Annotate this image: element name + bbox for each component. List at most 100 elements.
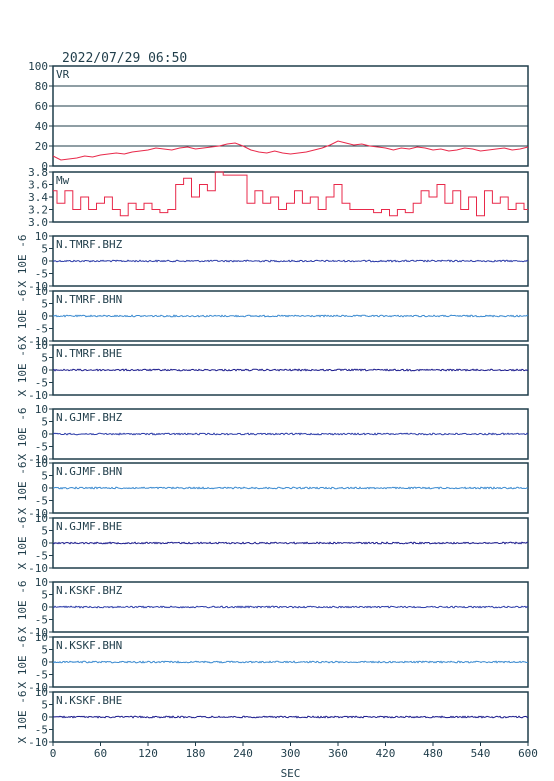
y-tick-label: 5 bbox=[41, 589, 48, 602]
series-label: N.GJMF.BHN bbox=[56, 465, 122, 478]
x-tick-label: 240 bbox=[233, 747, 253, 760]
y-tick-label: 10 bbox=[35, 686, 48, 699]
series-trace bbox=[52, 715, 529, 719]
x-tick-label: 540 bbox=[471, 747, 491, 760]
y-tick-label: -5 bbox=[35, 268, 48, 281]
x-tick-label: 300 bbox=[281, 747, 301, 760]
x-tick-label: 420 bbox=[376, 747, 396, 760]
x-tick-label: 480 bbox=[423, 747, 443, 760]
panel-n-kskf-bhe: 1050-5-10X 10E -6 N.KSKF.BHE bbox=[16, 686, 529, 749]
series-label: N.KSKF.BHE bbox=[56, 694, 122, 707]
series-trace bbox=[52, 541, 528, 545]
y-tick-label: 20 bbox=[35, 140, 48, 153]
series-label: N.TMRF.BHN bbox=[56, 293, 122, 306]
y-axis-label: X 10E -6 bbox=[16, 408, 29, 461]
y-tick-label: 10 bbox=[35, 576, 48, 589]
y-tick-label: 0 bbox=[41, 255, 48, 268]
series-label: N.KSKF.BHN bbox=[56, 639, 122, 652]
y-tick-label: 0 bbox=[41, 310, 48, 323]
series-trace bbox=[52, 605, 529, 609]
x-tick-label: 120 bbox=[138, 747, 158, 760]
seismic-plot: 2022/07/29 06:50 100806040200VR3.83.63.4… bbox=[16, 51, 538, 780]
panel-mw: 3.83.63.43.23.0 Mw bbox=[28, 166, 529, 229]
y-tick-label: 10 bbox=[35, 230, 48, 243]
panel-n-gjmf-bhn: 1050-5-10X 10E -6 N.GJMF.BHN bbox=[16, 457, 529, 520]
panel-n-kskf-bhn: 1050-5-10X 10E -6 N.KSKF.BHN bbox=[16, 631, 529, 694]
y-tick-label: 5 bbox=[41, 699, 48, 712]
y-tick-label: -10 bbox=[28, 562, 48, 575]
y-tick-label: 100 bbox=[28, 60, 48, 73]
series-line-vr bbox=[52, 140, 529, 161]
series-trace bbox=[52, 259, 529, 263]
y-axis-label: X 10E -6 bbox=[16, 344, 29, 397]
y-axis-label: X 10E -6 bbox=[16, 636, 29, 689]
y-tick-label: 0 bbox=[41, 656, 48, 669]
y-tick-label: -5 bbox=[35, 614, 48, 627]
y-tick-label: 5 bbox=[41, 352, 48, 365]
y-tick-label: -10 bbox=[28, 389, 48, 402]
y-tick-label: 5 bbox=[41, 644, 48, 657]
y-tick-label: 3.8 bbox=[28, 166, 48, 179]
series-label: N.TMRF.BHZ bbox=[56, 238, 123, 251]
series-label: N.GJMF.BHZ bbox=[56, 411, 123, 424]
panels: 100806040200VR3.83.63.43.23.0Mw1050-5-10… bbox=[16, 60, 529, 749]
panel-n-kskf-bhz: 1050-5-10X 10E -6 N.KSKF.BHZ bbox=[16, 576, 529, 639]
y-tick-label: 5 bbox=[41, 298, 48, 311]
panel-n-tmrf-bhn: 1050-5-10X 10E -6 N.TMRF.BHN bbox=[16, 285, 529, 348]
y-tick-label: 10 bbox=[35, 512, 48, 525]
panel-n-tmrf-bhe: 1050-5-10X 10E -6 N.TMRF.BHE bbox=[16, 339, 529, 402]
y-tick-label: -5 bbox=[35, 495, 48, 508]
y-axis-label: X 10E -6 bbox=[16, 517, 29, 570]
y-tick-label: -5 bbox=[35, 377, 48, 390]
y-tick-label: 5 bbox=[41, 243, 48, 256]
series-label: N.TMRF.BHE bbox=[56, 347, 122, 360]
y-axis-label: X 10E -6 bbox=[16, 691, 29, 744]
series-label: Mw bbox=[56, 174, 70, 187]
panel-n-tmrf-bhz: 1050-5-10X 10E -6 N.TMRF.BHZ bbox=[16, 230, 529, 293]
y-tick-label: 0 bbox=[41, 482, 48, 495]
y-tick-label: -5 bbox=[35, 550, 48, 563]
y-tick-label: 3.0 bbox=[28, 216, 48, 229]
y-tick-label: 60 bbox=[35, 100, 48, 113]
y-axis-label: X 10E -6 bbox=[16, 290, 29, 343]
series-trace bbox=[52, 314, 529, 318]
panel-n-gjmf-bhe: 1050-5-10X 10E -6 N.GJMF.BHE bbox=[16, 512, 529, 575]
y-tick-label: 0 bbox=[41, 428, 48, 441]
x-tick-label: 180 bbox=[186, 747, 206, 760]
y-tick-label: 0 bbox=[41, 711, 48, 724]
series-label: N.GJMF.BHE bbox=[56, 520, 122, 533]
y-tick-label: -5 bbox=[35, 323, 48, 336]
y-tick-label: 10 bbox=[35, 631, 48, 644]
series-trace bbox=[52, 368, 529, 372]
y-tick-label: 5 bbox=[41, 525, 48, 538]
y-tick-label: -5 bbox=[35, 669, 48, 682]
y-tick-label: -10 bbox=[28, 736, 48, 749]
y-axis-label: X 10E -6 bbox=[16, 235, 29, 288]
y-axis-label: X 10E -6 bbox=[16, 581, 29, 634]
x-tick-label: 360 bbox=[328, 747, 348, 760]
panel-frame bbox=[52, 65, 529, 167]
y-tick-label: 3.4 bbox=[28, 191, 48, 204]
x-tick-label: 0 bbox=[50, 747, 57, 760]
series-trace bbox=[52, 486, 529, 490]
y-tick-label: 5 bbox=[41, 470, 48, 483]
x-axis: 0 60 120 180 240 300 360 420 480 540 600 SEC bbox=[50, 742, 538, 780]
header-datetime: 2022/07/29 06:50 bbox=[62, 51, 187, 66]
panel-n-gjmf-bhz: 1050-5-10X 10E -6 N.GJMF.BHZ bbox=[16, 403, 529, 466]
y-tick-label: 10 bbox=[35, 285, 48, 298]
y-tick-label: 0 bbox=[41, 601, 48, 614]
y-tick-label: 10 bbox=[35, 457, 48, 470]
x-tick-label: 60 bbox=[94, 747, 107, 760]
y-tick-label: 3.6 bbox=[28, 179, 48, 192]
panel-frame bbox=[52, 171, 529, 223]
y-tick-label: 10 bbox=[35, 403, 48, 416]
y-tick-label: 10 bbox=[35, 339, 48, 352]
y-tick-label: 0 bbox=[41, 537, 48, 550]
y-tick-label: 80 bbox=[35, 80, 48, 93]
y-tick-label: -5 bbox=[35, 441, 48, 454]
x-tick-label: 600 bbox=[518, 747, 538, 760]
series-line-mw bbox=[53, 171, 528, 217]
series-trace bbox=[52, 660, 529, 664]
y-tick-label: 40 bbox=[35, 120, 48, 133]
y-tick-label: 5 bbox=[41, 416, 48, 429]
